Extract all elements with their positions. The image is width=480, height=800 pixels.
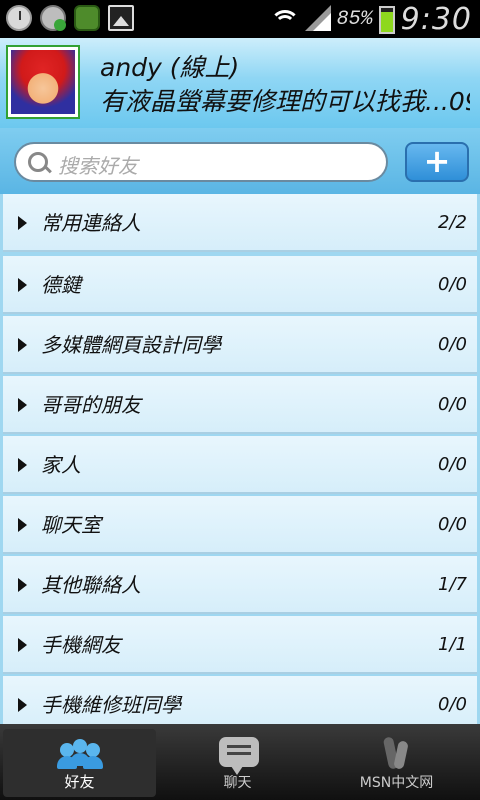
profile-status-message[interactable]: 有液晶螢幕要修理的可以找我...098 — [100, 82, 470, 118]
status-bar: 85% 9:30 — [0, 0, 480, 38]
expand-arrow-icon — [18, 578, 27, 592]
group-count: 0/0 — [438, 454, 467, 475]
tab-friends[interactable]: 好友 — [3, 729, 156, 797]
image-icon — [108, 5, 134, 31]
group-row[interactable]: 家人 0/0 — [3, 436, 477, 494]
search-input[interactable]: 搜索好友 — [14, 142, 388, 182]
group-count: 0/0 — [438, 394, 467, 415]
group-row[interactable]: 聊天室 0/0 — [3, 496, 477, 554]
expand-arrow-icon — [18, 398, 27, 412]
group-label: 家人 — [41, 453, 81, 477]
tab-chat[interactable]: 聊天 — [161, 729, 314, 797]
contact-group-list[interactable]: 常用連絡人 2/2 德鍵 0/0 多媒體網頁設計同學 0/0 哥哥的朋友 0/0… — [0, 194, 480, 724]
group-label: 手機網友 — [41, 633, 121, 657]
group-count: 0/0 — [438, 334, 467, 355]
group-count: 0/0 — [438, 694, 467, 715]
group-label: 多媒體網頁設計同學 — [41, 333, 221, 357]
group-count: 0/0 — [438, 514, 467, 535]
group-count: 1/7 — [438, 574, 467, 595]
group-label: 哥哥的朋友 — [41, 393, 141, 417]
expand-arrow-icon — [18, 518, 27, 532]
search-placeholder: 搜索好友 — [58, 154, 138, 178]
friends-icon — [57, 739, 103, 769]
group-label: 其他聯絡人 — [41, 573, 141, 597]
tab-msn[interactable]: MSN中文网 — [320, 729, 473, 797]
expand-arrow-icon — [18, 338, 27, 352]
tab-label: MSN中文网 — [359, 775, 434, 791]
profile-header[interactable]: andy (線上) 有液晶螢幕要修理的可以找我...098 — [0, 38, 480, 128]
avatar[interactable] — [8, 47, 78, 117]
message-icon — [40, 5, 66, 31]
group-row[interactable]: 手機維修班同學 0/0 — [3, 676, 477, 724]
group-row[interactable]: 手機網友 1/1 — [3, 616, 477, 674]
group-count: 1/1 — [438, 634, 467, 655]
group-label: 德鍵 — [41, 273, 81, 297]
expand-arrow-icon — [18, 458, 27, 472]
clock-icon — [6, 5, 32, 31]
expand-arrow-icon — [18, 216, 27, 230]
group-label: 聊天室 — [41, 513, 101, 537]
tab-label: 好友 — [64, 773, 95, 791]
group-row[interactable]: 其他聯絡人 1/7 — [3, 556, 477, 614]
group-count: 0/0 — [438, 274, 467, 295]
bottom-tab-bar: 好友 聊天 MSN中文网 — [0, 724, 480, 800]
search-bar: 搜索好友 + — [0, 128, 480, 194]
battery-percent: 85% — [336, 8, 373, 31]
expand-arrow-icon — [18, 698, 27, 712]
clock-time: 9:30 — [400, 2, 472, 37]
group-label: 手機維修班同學 — [41, 693, 181, 717]
chat-icon — [219, 737, 259, 775]
group-row[interactable]: 哥哥的朋友 0/0 — [3, 376, 477, 434]
battery-icon — [378, 5, 395, 34]
group-label: 常用連絡人 — [41, 211, 141, 235]
group-row[interactable]: 常用連絡人 2/2 — [3, 194, 477, 252]
group-row[interactable]: 德鍵 0/0 — [3, 256, 477, 314]
signal-icon — [304, 4, 331, 33]
search-icon — [28, 152, 48, 172]
group-count: 2/2 — [438, 212, 467, 233]
group-row[interactable]: 多媒體網頁設計同學 0/0 — [3, 316, 477, 374]
wifi-icon — [269, 6, 300, 34]
add-contact-button[interactable]: + — [405, 142, 469, 182]
expand-arrow-icon — [18, 638, 27, 652]
msn-icon — [382, 735, 412, 771]
expand-arrow-icon — [18, 278, 27, 292]
notification-icons — [6, 5, 134, 31]
system-icons: 85% 9:30 — [269, 2, 472, 37]
shield-icon — [74, 5, 100, 31]
profile-name: andy (線上) — [100, 53, 240, 82]
tab-label: 聊天 — [223, 775, 252, 791]
